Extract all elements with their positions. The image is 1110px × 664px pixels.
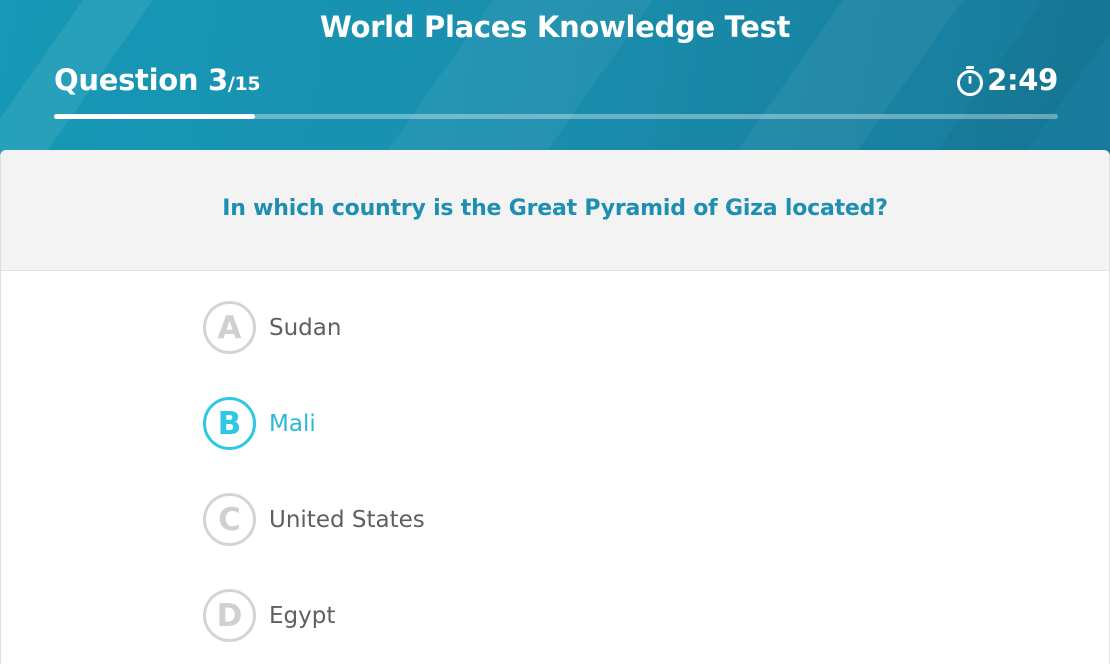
option-letter-badge: A — [203, 301, 256, 354]
answer-list: A Sudan B Mali C United States D Egypt — [0, 271, 1110, 664]
progress-bar — [54, 114, 1058, 119]
question-number: Question 3 — [54, 63, 228, 97]
option-letter-badge: D — [203, 589, 256, 642]
option-letter-badge: C — [203, 493, 256, 546]
stopwatch-icon — [957, 66, 984, 96]
option-label: Mali — [269, 410, 316, 437]
answer-option-a[interactable]: A Sudan — [203, 301, 341, 354]
timer: 2:49 — [956, 63, 1058, 97]
answer-option-c[interactable]: C United States — [203, 493, 425, 546]
option-label: Sudan — [269, 314, 342, 341]
question-text: In which country is the Great Pyramid of… — [222, 196, 888, 221]
answer-option-d[interactable]: D Egypt — [203, 589, 335, 642]
progress-fill — [54, 114, 255, 119]
answer-option-b[interactable]: B Mali — [203, 397, 316, 450]
option-label: United States — [269, 506, 425, 533]
question-counter: Question 3/15 — [54, 63, 261, 97]
quiz-title: World Places Knowledge Test — [319, 10, 791, 44]
quiz-header: World Places Knowledge Test Question 3/1… — [0, 0, 1110, 156]
option-label: Egypt — [269, 602, 336, 629]
question-panel: In which country is the Great Pyramid of… — [0, 150, 1110, 271]
question-total: /15 — [227, 73, 261, 95]
timer-value: 2:49 — [987, 63, 1058, 97]
option-letter-badge: B — [203, 397, 256, 450]
